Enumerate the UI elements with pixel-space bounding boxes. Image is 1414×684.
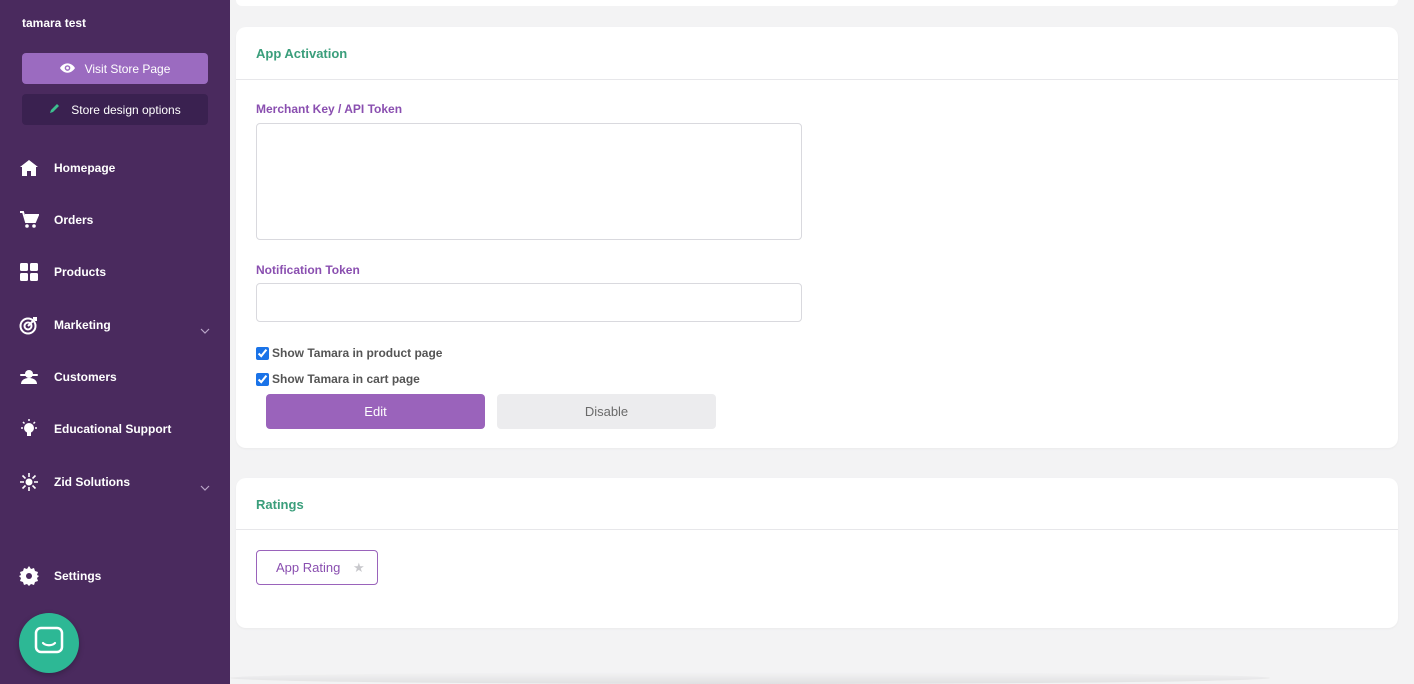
disable-button[interactable]: Disable (497, 394, 716, 429)
target-icon (18, 314, 40, 336)
cart-icon (18, 209, 40, 231)
chevron-down-icon (199, 325, 211, 337)
sparkle-icon (18, 471, 40, 493)
sidebar-item-orders[interactable]: Orders (0, 202, 230, 238)
show-product-page-option[interactable]: Show Tamara in product page (256, 346, 442, 360)
store-design-label: Store design options (71, 102, 181, 117)
show-cart-page-checkbox[interactable] (256, 372, 269, 386)
bottom-shadow (230, 672, 1270, 684)
previous-card-edge (236, 0, 1398, 6)
sidebar-item-label: Settings (54, 569, 102, 583)
edit-button[interactable]: Edit (266, 394, 485, 429)
show-product-page-checkbox[interactable] (256, 346, 269, 360)
app-activation-card: App Activation Merchant Key / API Token … (236, 27, 1398, 448)
customer-icon (18, 366, 40, 388)
chat-icon (34, 626, 64, 661)
sidebar-item-label: Educational Support (54, 422, 172, 436)
sidebar-item-label: Products (54, 265, 107, 279)
divider (236, 79, 1398, 80)
divider (236, 529, 1398, 530)
merchant-key-label: Merchant Key / API Token (256, 102, 403, 116)
card-title: Ratings (256, 497, 304, 512)
card-title: App Activation (256, 46, 348, 61)
visit-store-label: Visit Store Page (84, 61, 171, 76)
store-design-button[interactable]: Store design options (22, 94, 208, 125)
sidebar-item-educational-support[interactable]: Educational Support (0, 411, 230, 447)
notification-token-input[interactable] (256, 283, 802, 322)
sidebar-item-label: Marketing (54, 318, 111, 332)
show-cart-page-label: Show Tamara in cart page (272, 372, 420, 386)
chevron-down-icon (199, 482, 211, 494)
sidebar-item-settings[interactable]: Settings (0, 558, 230, 594)
visit-store-button[interactable]: Visit Store Page (22, 53, 208, 84)
sidebar-item-label: Customers (54, 370, 117, 384)
sidebar-item-label: Homepage (54, 161, 116, 175)
sidebar-item-zid-solutions[interactable]: Zid Solutions (0, 464, 230, 500)
merchant-key-input[interactable] (256, 123, 802, 240)
home-icon (18, 157, 40, 179)
sidebar-item-label: Orders (54, 213, 94, 227)
app-rating-button[interactable]: App Rating ★ (256, 550, 378, 585)
sidebar-item-homepage[interactable]: Homepage (0, 150, 230, 186)
lightbulb-icon (18, 418, 40, 440)
show-cart-page-option[interactable]: Show Tamara in cart page (256, 372, 420, 386)
pencil-icon (49, 102, 61, 117)
grid-icon (18, 261, 40, 283)
app-rating-label: App Rating (276, 560, 341, 575)
ratings-card: Ratings App Rating ★ (236, 478, 1398, 628)
chat-launcher-button[interactable] (19, 613, 79, 673)
eye-icon (59, 62, 75, 76)
star-icon: ★ (353, 560, 365, 575)
sidebar: tamara test Visit Store Page Store desig… (0, 0, 230, 684)
notification-token-label: Notification Token (256, 263, 360, 277)
sidebar-item-products[interactable]: Products (0, 254, 230, 290)
show-product-page-label: Show Tamara in product page (272, 346, 443, 360)
sidebar-item-customers[interactable]: Customers (0, 359, 230, 395)
sidebar-item-marketing[interactable]: Marketing (0, 307, 230, 343)
gear-icon (18, 565, 40, 587)
sidebar-item-label: Zid Solutions (54, 475, 130, 489)
store-name: tamara test (22, 16, 87, 30)
